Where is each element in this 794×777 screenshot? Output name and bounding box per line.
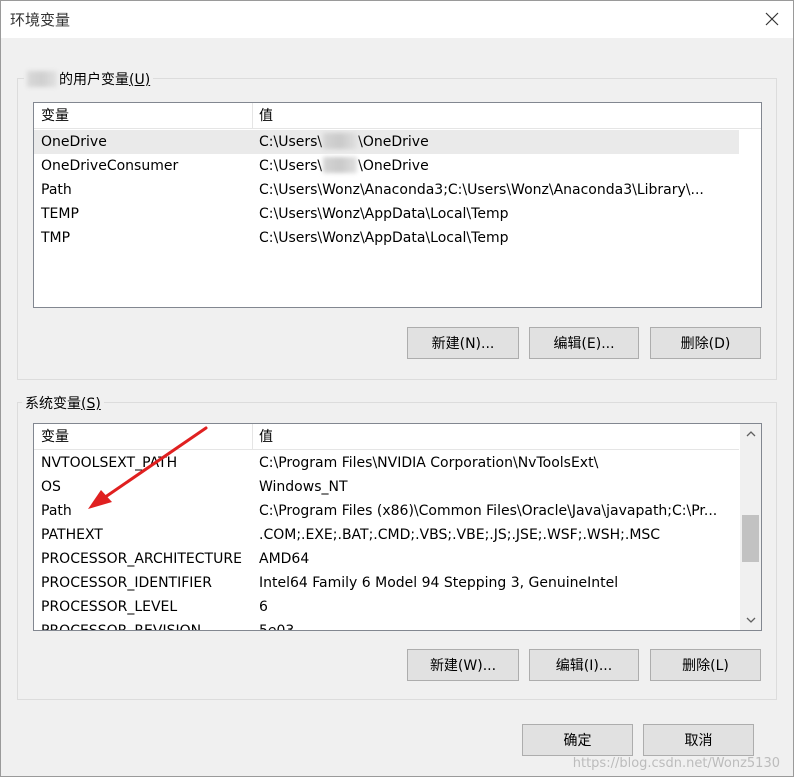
table-row[interactable]: PROCESSOR_ARCHITECTURE AMD64 (34, 547, 739, 571)
system-vars-header: 变量 值 (34, 424, 739, 450)
table-row[interactable]: PATHEXT .COM;.EXE;.BAT;.CMD;.VBS;.VBE;.JS… (34, 523, 739, 547)
variable-name: PROCESSOR_ARCHITECTURE (41, 551, 242, 567)
title-bar: 环境变量 (0, 0, 794, 38)
table-row[interactable]: PROCESSOR_REVISION 5e03 (34, 619, 739, 631)
redacted-username (323, 157, 358, 173)
redacted-username (323, 133, 358, 149)
variable-name: PATHEXT (41, 527, 103, 543)
variable-value: C:\Program Files (x86)\Common Files\Orac… (259, 503, 718, 519)
variable-name: Path (41, 182, 72, 198)
table-row[interactable]: TMP C:\Users\Wonz\AppData\Local\Temp (34, 226, 761, 250)
column-header-value[interactable]: 值 (252, 103, 732, 129)
ok-button[interactable]: 确定 (522, 724, 633, 756)
system-edit-button[interactable]: 编辑(I)... (529, 649, 639, 681)
user-edit-button[interactable]: 编辑(E)... (529, 327, 639, 359)
variable-value: .COM;.EXE;.BAT;.CMD;.VBS;.VBE;.JS;.JSE;.… (259, 527, 661, 543)
variable-name: TMP (41, 230, 71, 246)
user-vars-label: 的用户变量(U) (24, 69, 154, 89)
variable-value: C:\Users\ \OneDrive (259, 157, 429, 174)
column-header-value[interactable]: 值 (252, 424, 732, 450)
user-new-button[interactable]: 新建(N)... (407, 327, 519, 359)
variable-value: C:\Users\Wonz\AppData\Local\Temp (259, 206, 509, 222)
scroll-down-button[interactable] (740, 610, 761, 630)
cancel-button[interactable]: 取消 (643, 724, 754, 756)
watermark: https://blog.csdn.net/Wonz5130 (572, 756, 780, 771)
close-icon (765, 12, 779, 26)
chevron-up-icon (746, 431, 755, 437)
table-row[interactable]: PROCESSOR_IDENTIFIER Intel64 Family 6 Mod… (34, 571, 739, 595)
variable-value: AMD64 (259, 551, 310, 567)
variable-value: Intel64 Family 6 Model 94 Stepping 3, Ge… (259, 575, 619, 591)
system-vars-list[interactable]: 变量 值 NVTOOLSEXT_PATH C:\Program Files\NVI… (33, 423, 762, 631)
user-delete-button[interactable]: 删除(D) (650, 327, 761, 359)
variable-name: OneDriveConsumer (41, 158, 179, 174)
close-button[interactable] (756, 4, 788, 34)
variable-value: Windows_NT (259, 479, 348, 495)
variable-value: C:\Users\Wonz\Anaconda3;C:\Users\Wonz\An… (259, 182, 704, 198)
table-row[interactable]: Path C:\Program Files (x86)\Common Files\… (34, 499, 739, 523)
variable-name: PROCESSOR_LEVEL (41, 599, 178, 615)
table-row[interactable]: TEMP C:\Users\Wonz\AppData\Local\Temp (34, 202, 761, 226)
variable-value: C:\Program Files\NVIDIA Corporation\NvTo… (259, 455, 599, 471)
variable-value: C:\Users\Wonz\AppData\Local\Temp (259, 230, 509, 246)
table-row[interactable]: NVTOOLSEXT_PATH C:\Program Files\NVIDIA C… (34, 451, 739, 475)
chevron-down-icon (746, 617, 755, 623)
system-new-button[interactable]: 新建(W)... (407, 649, 519, 681)
system-vars-label: 系统变量(S) (22, 393, 104, 413)
table-row[interactable]: OS Windows_NT (34, 475, 739, 499)
system-delete-button[interactable]: 删除(L) (650, 649, 761, 681)
variable-name: PROCESSOR_IDENTIFIER (41, 575, 212, 591)
table-row[interactable]: Path C:\Users\Wonz\Anaconda3;C:\Users\Won… (34, 178, 761, 202)
variable-value: C:\Users\ \OneDrive (259, 133, 429, 150)
variable-name: NVTOOLSEXT_PATH (41, 455, 178, 471)
column-header-name[interactable]: 变量 (34, 424, 252, 450)
table-row[interactable]: OneDrive C:\Users\ \OneDrive (34, 130, 739, 154)
variable-name: OS (41, 479, 61, 495)
system-vars-scrollbar[interactable] (740, 424, 761, 630)
window-title: 环境变量 (10, 11, 71, 29)
variable-name: Path (41, 503, 72, 519)
variable-name: OneDrive (41, 134, 107, 150)
redacted-username (27, 71, 57, 87)
variable-value: 5e03 (259, 623, 295, 631)
scroll-up-button[interactable] (740, 424, 761, 444)
variable-value: 6 (259, 599, 268, 615)
user-vars-header: 变量 值 (34, 103, 761, 129)
table-row[interactable]: OneDriveConsumer C:\Users\ \OneDrive (34, 154, 761, 178)
user-vars-list[interactable]: 变量 值 OneDrive C:\Users\ \OneDrive OneDriveC… (33, 102, 762, 308)
variable-name: PROCESSOR_REVISION (41, 623, 202, 631)
table-row[interactable]: PROCESSOR_LEVEL 6 (34, 595, 739, 619)
variable-name: TEMP (41, 206, 79, 222)
column-header-name[interactable]: 变量 (34, 103, 252, 129)
scroll-thumb[interactable] (742, 515, 759, 562)
